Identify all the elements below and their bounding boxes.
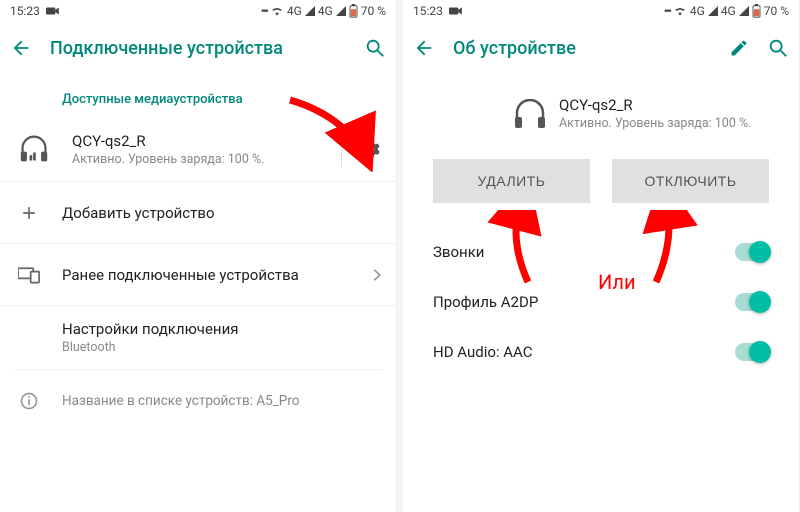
- page-title: Подключенные устройства: [50, 38, 346, 59]
- toggle-hdaudio[interactable]: HD Audio: AAC: [403, 327, 799, 377]
- battery-pct: 70 %: [361, 4, 386, 18]
- delete-button[interactable]: УДАЛИТЬ: [433, 159, 590, 203]
- battery-icon: [752, 4, 761, 18]
- search-icon[interactable]: [767, 37, 789, 59]
- chevron-right-icon: [372, 268, 382, 282]
- signal-icon: [305, 6, 315, 16]
- status-time: 15:23: [413, 4, 443, 18]
- page-title: Об устройстве: [453, 38, 711, 59]
- device-status: Активно. Уровень заряда: 100 %.: [72, 152, 323, 167]
- conn-pref-label: Настройки подключения: [62, 320, 382, 338]
- button-bar: УДАЛИТЬ ОТКЛЮЧИТЬ: [403, 145, 799, 207]
- screen-about-device: 15:23 ••• 4G 4G 70 % Об устройстве: [403, 0, 800, 512]
- signal-icon-2: [739, 6, 749, 16]
- toggle-a2dp[interactable]: Профиль A2DP: [403, 277, 799, 327]
- menu-dots-icon: •••: [261, 4, 267, 18]
- signal-4g-1: 4G: [287, 4, 302, 18]
- device-row[interactable]: QCY-qs2_R Активно. Уровень заряда: 100 %…: [0, 117, 396, 182]
- app-bar: Об устройстве: [403, 22, 799, 74]
- headphones-icon: [513, 99, 547, 129]
- info-icon: [14, 391, 44, 411]
- toggle-a2dp-label: Профиль A2DP: [433, 293, 735, 311]
- section-available-media: Доступные медиаустройства: [0, 74, 396, 117]
- headphones-icon: [14, 135, 54, 163]
- edit-icon[interactable]: [729, 38, 749, 58]
- switch-on-icon[interactable]: [735, 293, 769, 311]
- signal-4g-2: 4G: [721, 4, 736, 18]
- disconnect-button[interactable]: ОТКЛЮЧИТЬ: [612, 159, 769, 203]
- status-time: 15:23: [10, 4, 40, 18]
- status-bar: 15:23 ••• 4G 4G 70 %: [0, 0, 396, 22]
- battery-icon: [349, 4, 358, 18]
- switch-on-icon[interactable]: [735, 243, 769, 261]
- dn-value: A5_Pro: [256, 393, 299, 409]
- back-icon[interactable]: [10, 37, 32, 59]
- switch-on-icon[interactable]: [735, 343, 769, 361]
- device-name: QCY-qs2_R: [72, 132, 323, 150]
- device-header: QCY-qs2_R Активно. Уровень заряда: 100 %…: [403, 74, 799, 145]
- device-status: Активно. Уровень заряда: 100 %.: [559, 116, 785, 131]
- signal-icon: [708, 6, 718, 16]
- conn-pref-sub: Bluetooth: [62, 340, 382, 355]
- wifi-icon: [270, 5, 284, 17]
- toggle-calls[interactable]: Звонки: [403, 227, 799, 277]
- add-device-row[interactable]: Добавить устройство: [0, 182, 396, 244]
- signal-icon-2: [336, 6, 346, 16]
- wifi-icon: [673, 5, 687, 17]
- plus-icon: [14, 203, 44, 223]
- previous-devices-row[interactable]: Ранее подключенные устройства: [0, 244, 396, 306]
- search-icon[interactable]: [364, 37, 386, 59]
- device-name: QCY-qs2_R: [559, 96, 785, 114]
- divider: [341, 131, 342, 167]
- dn-label: Название в списке устройств:: [62, 393, 253, 409]
- menu-dots-icon: •••: [664, 4, 670, 18]
- signal-4g-1: 4G: [690, 4, 705, 18]
- battery-pct: 70 %: [764, 4, 789, 18]
- gear-icon[interactable]: [360, 138, 382, 160]
- add-device-label: Добавить устройство: [62, 204, 382, 222]
- camera-icon: [449, 6, 463, 16]
- status-bar: 15:23 ••• 4G 4G 70 %: [403, 0, 799, 22]
- camera-icon: [46, 6, 60, 16]
- previous-devices-label: Ранее подключенные устройства: [62, 266, 354, 284]
- connection-prefs-row[interactable]: Настройки подключения Bluetooth: [0, 306, 396, 369]
- back-icon[interactable]: [413, 37, 435, 59]
- toggle-calls-label: Звонки: [433, 243, 735, 261]
- signal-4g-2: 4G: [318, 4, 333, 18]
- app-bar: Подключенные устройства: [0, 22, 396, 74]
- screen-connected-devices: 15:23 ••• 4G 4G 70 % Подключенные устрой…: [0, 0, 397, 512]
- device-name-info-row: Название в списке устройств: A5_Pro: [0, 370, 396, 432]
- toggle-hdaudio-label: HD Audio: AAC: [433, 343, 735, 361]
- devices-icon: [14, 266, 44, 284]
